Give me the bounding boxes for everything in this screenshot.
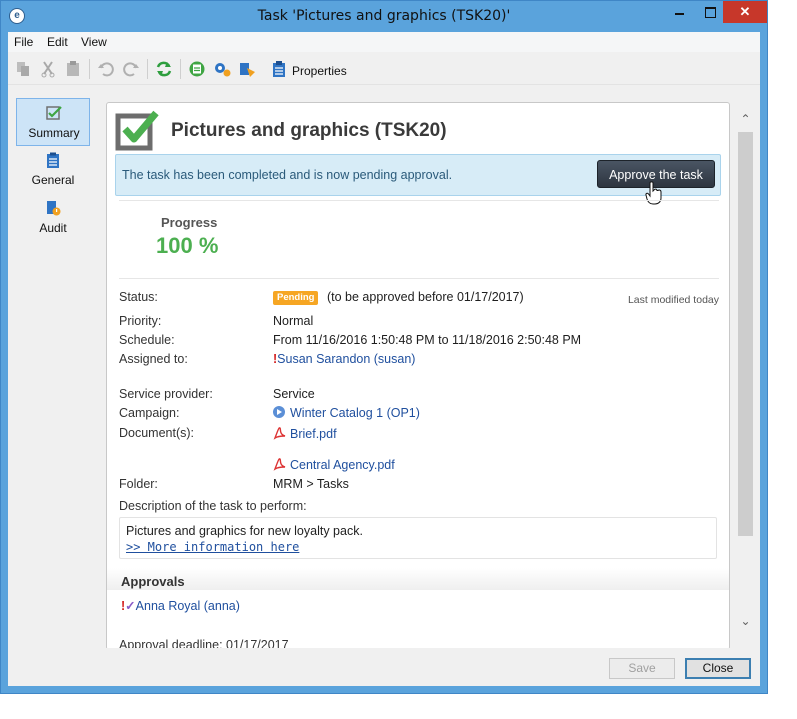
folder-value: MRM > Tasks (273, 477, 349, 491)
last-modified: Last modified today (627, 294, 719, 306)
approvals-title: Approvals (121, 574, 185, 589)
sidebar-item-label: General (31, 173, 75, 187)
schedule-value: From 11/16/2016 1:50:48 PM to 11/18/2016… (273, 333, 582, 347)
close-icon: ✕ (739, 4, 751, 19)
minimize-icon (674, 13, 684, 15)
progress-value: 100 % (156, 233, 219, 258)
toolbar: Properties (8, 54, 760, 85)
more-information-link[interactable]: >> More information here (126, 540, 299, 554)
scroll-up-icon[interactable]: ⌃ (737, 112, 754, 129)
window-title: Task 'Pictures and graphics (TSK20)' (257, 8, 511, 24)
sidebar-item-label: Audit (39, 221, 67, 235)
provider-label: Service provider: (119, 387, 213, 401)
progress-label: Progress (161, 215, 218, 230)
approvals-header: Approvals (107, 568, 729, 590)
paste-icon[interactable] (64, 60, 82, 78)
save-button[interactable]: Save (609, 658, 675, 679)
refresh-icon[interactable] (155, 60, 173, 78)
clipboard-icon (47, 152, 59, 168)
folder-label: Folder: (119, 477, 158, 491)
priority-label: Priority: (119, 314, 162, 328)
sidebar-item-general[interactable]: General (16, 146, 90, 194)
maximize-button[interactable] (695, 1, 725, 23)
toolbar-separator (147, 59, 148, 79)
menu-edit[interactable]: Edit (47, 35, 68, 49)
menu-bar: File Edit View (8, 32, 760, 52)
hand-cursor-icon (645, 181, 662, 205)
separator (119, 278, 719, 279)
title-bar[interactable]: e Task 'Pictures and graphics (TSK20)' ✕ (1, 1, 767, 32)
status-badge: Pending (273, 291, 319, 305)
pdf-icon (273, 458, 286, 471)
menu-view[interactable]: View (81, 35, 107, 49)
settings-icon[interactable] (213, 60, 231, 78)
undo-icon[interactable] (97, 60, 115, 78)
status-text: (to be approved before 01/17/2017) (327, 290, 524, 304)
task-window: e Task 'Pictures and graphics (TSK20)' ✕… (0, 0, 768, 694)
window-client: File Edit View Properties Summary Genera… (8, 32, 760, 686)
maximize-icon (704, 7, 716, 18)
description-box: Pictures and graphics for new loyalty pa… (119, 517, 717, 559)
approver-check-icon: ✓ (125, 599, 136, 613)
assigned-user-link[interactable]: Susan Sarandon (susan) (277, 352, 415, 366)
document-row: Brief.pdf (273, 426, 337, 441)
campaign-link[interactable]: Winter Catalog 1 (OP1) (290, 406, 420, 420)
schedule-label: Schedule: (119, 333, 175, 347)
audit-icon (47, 201, 61, 216)
vertical-scrollbar[interactable]: ⌃ ⌄ (737, 98, 754, 648)
documents-label: Document(s): (119, 426, 195, 440)
document-link-central-agency[interactable]: Central Agency.pdf (290, 458, 395, 472)
properties-icon[interactable] (270, 60, 288, 78)
separator (119, 200, 719, 201)
approve-icon[interactable] (188, 60, 206, 78)
campaign-label: Campaign: (119, 406, 180, 420)
description-label: Description of the task to perform: (119, 499, 307, 513)
approver-row: !✓Anna Royal (anna) (121, 598, 240, 613)
document-link-brief[interactable]: Brief.pdf (290, 427, 337, 441)
approver-link[interactable]: Anna Royal (anna) (136, 599, 240, 613)
sidebar-item-summary[interactable]: Summary (16, 98, 90, 146)
assigned-row: !Susan Sarandon (susan) (273, 352, 415, 366)
summary-panel: Pictures and graphics (TSK20) The task h… (106, 102, 730, 650)
notice-text: The task has been completed and is now p… (122, 168, 453, 182)
completed-check-icon (115, 110, 159, 151)
properties-label[interactable]: Properties (292, 64, 347, 78)
description-text: Pictures and graphics for new loyalty pa… (126, 524, 363, 538)
approval-notice: The task has been completed and is now p… (115, 154, 721, 196)
sidebar-item-audit[interactable]: Audit (16, 194, 90, 242)
close-button[interactable]: Close (685, 658, 751, 679)
minimize-button[interactable] (664, 1, 694, 23)
summary-check-icon (46, 106, 62, 120)
scroll-down-icon[interactable]: ⌄ (737, 614, 754, 631)
close-window-button[interactable]: ✕ (723, 1, 767, 23)
sidebar: Summary General Audit (8, 88, 100, 648)
pdf-icon (273, 427, 286, 440)
status-label: Status: (119, 290, 158, 304)
toolbar-separator (180, 59, 181, 79)
redo-icon[interactable] (122, 60, 140, 78)
task-title: Pictures and graphics (TSK20) (171, 120, 447, 141)
menu-file[interactable]: File (14, 35, 33, 49)
toolbar-separator (89, 59, 90, 79)
task-icon[interactable] (238, 60, 256, 78)
document-row: Central Agency.pdf (273, 457, 395, 472)
cut-icon[interactable] (39, 60, 57, 78)
copy-icon[interactable] (14, 60, 32, 78)
assigned-label: Assigned to: (119, 352, 188, 366)
sidebar-item-label: Summary (28, 126, 80, 140)
priority-value: Normal (273, 314, 314, 328)
campaign-play-icon (273, 406, 285, 418)
scroll-thumb[interactable] (738, 132, 753, 536)
provider-value: Service (273, 387, 315, 401)
campaign-row: Winter Catalog 1 (OP1) (273, 406, 420, 420)
dialog-button-bar: Save Close (8, 648, 760, 686)
